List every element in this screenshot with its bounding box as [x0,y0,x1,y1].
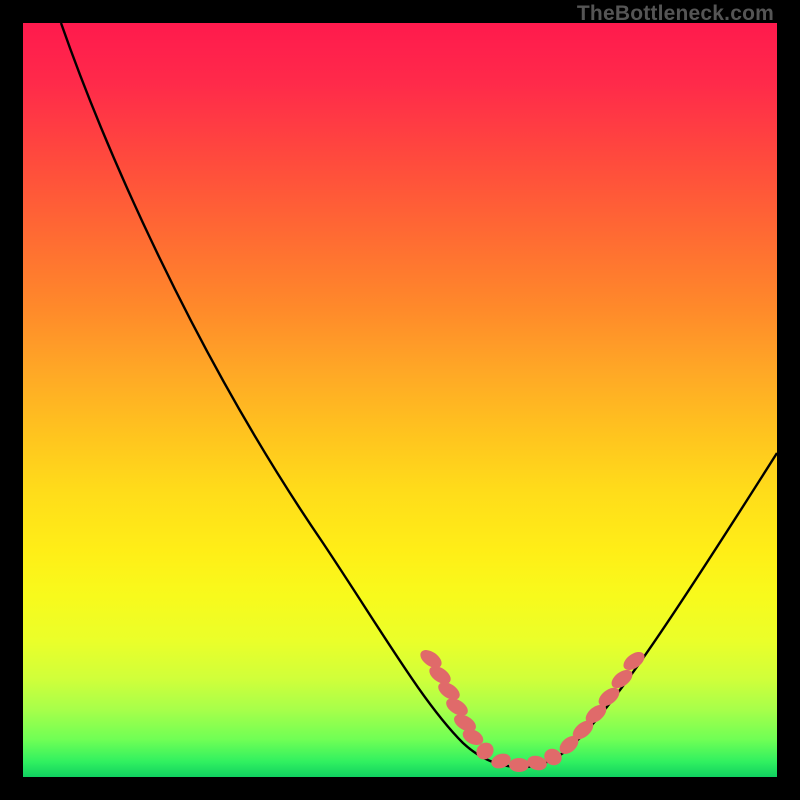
bottleneck-curve [23,23,777,777]
chart-container: TheBottleneck.com [0,0,800,800]
plot-area [23,23,777,777]
marker-group [417,646,648,772]
curve-path [61,23,777,767]
